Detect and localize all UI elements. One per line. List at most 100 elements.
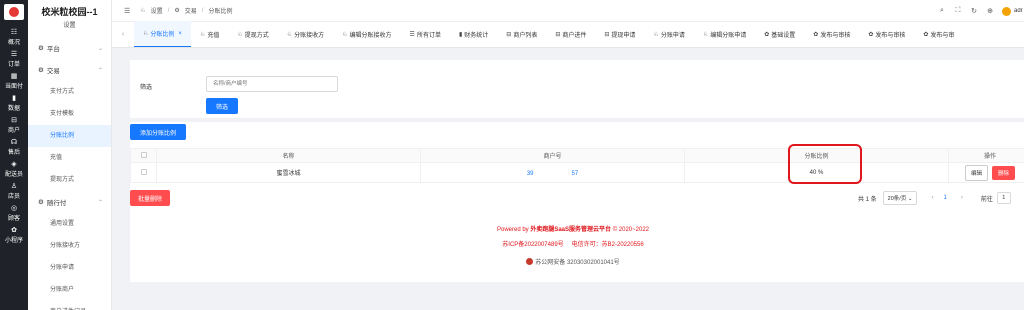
tab-label: 提现方式: [244, 32, 269, 39]
sidebar-group-platform[interactable]: ⚙ 平台 ⌄: [28, 37, 111, 59]
tab-label: 所有订单: [416, 32, 441, 39]
sidebar-item-split-receiver[interactable]: 分账接收方: [28, 235, 111, 257]
locale-icon[interactable]: ⊕: [982, 7, 998, 15]
tab-withdraw-apply[interactable]: ⊟ 提现申请: [595, 21, 644, 47]
breadcrumb-current: 分账比例: [208, 9, 233, 15]
telecom-license: 电信许可：苏B2-20220556: [571, 242, 644, 248]
sidebar-item-merchant-onboard[interactable]: 商户进件记录: [28, 301, 111, 310]
app-logo: [4, 4, 24, 20]
sidebar-group-suixingfu[interactable]: ⚙ 随行付 ⌃: [28, 191, 111, 213]
footer-police: 苏公网安备 32030302001041号: [122, 257, 1024, 266]
sidebar-item-split-merchant[interactable]: 分账商户: [28, 279, 111, 301]
powered-brand[interactable]: 外卖跑腿SaaS服务管理云平台: [530, 227, 611, 233]
rail-item-label: 小程序: [4, 237, 23, 244]
tab-merchant-onboard[interactable]: ⊟ 商户进件: [546, 21, 595, 47]
tab-label: 分账比例: [150, 32, 175, 38]
tab-merchant-list[interactable]: ⊟ 商户列表: [497, 21, 546, 47]
tab-bar: ‹ ♘ 分账比例 × ♘ 充值 ♘ 提现方式 ♘ 分账接收方 ♘ 编辑分账接收方 ☰ 所有订单…: [112, 21, 1024, 48]
filter-panel: 筛选 筛选: [130, 60, 1024, 118]
tab-label: 发布与审: [930, 32, 955, 39]
tab-split-receiver[interactable]: ♘ 分账接收方: [278, 21, 333, 47]
tab-publish-review[interactable]: ✿ 发布与审核: [859, 21, 914, 47]
gear-icon: ⚙: [38, 45, 44, 52]
prev-page-icon[interactable]: ‹: [931, 195, 933, 201]
breadcrumb-trade[interactable]: 交易: [185, 6, 197, 15]
delete-button[interactable]: 删除: [992, 165, 1016, 180]
breadcrumb-settings[interactable]: 设置: [151, 6, 163, 15]
rail-item-courier[interactable]: ◈ 配送员: [0, 158, 28, 180]
close-icon[interactable]: ×: [178, 31, 182, 37]
chevron-down-icon: ⌄: [97, 45, 103, 52]
fullscreen-icon[interactable]: ⛶: [950, 7, 966, 15]
user-settings-icon: ♘: [140, 8, 146, 14]
user-icon: ♘: [237, 31, 243, 38]
tab-basic-settings[interactable]: ✿ 基础设置: [755, 21, 804, 47]
store-icon: ⊟: [506, 31, 512, 38]
rail-item-miniapp[interactable]: ✿ 小程序: [0, 224, 28, 246]
rail-item-merchant[interactable]: ⊟ 商户: [0, 114, 28, 136]
store-icon: ⊟: [555, 31, 561, 38]
tab-edit-split-receiver[interactable]: ♘ 编辑分账接收方: [333, 21, 400, 47]
sidebar-item-split-ratio[interactable]: 分账比例: [28, 125, 111, 147]
sidebar-item-recharge[interactable]: 充值: [28, 147, 111, 169]
edit-button[interactable]: 编辑: [964, 164, 988, 181]
tab-finance-stats[interactable]: ▮ 财务统计: [450, 21, 497, 47]
chevron-left-icon[interactable]: ‹: [112, 21, 134, 47]
sidebar-group-trade[interactable]: ⚙ 交易 ⌃: [28, 59, 111, 81]
sidebar-item-withdraw-method[interactable]: 提现方式: [28, 169, 111, 191]
rail-item-overview[interactable]: ☷ 概况: [0, 26, 28, 48]
tab-all-orders[interactable]: ☰ 所有订单: [401, 21, 450, 47]
list-icon: ☰: [409, 31, 415, 38]
icp-link[interactable]: 苏ICP备2022007489号: [502, 242, 563, 248]
sidebar-item-general[interactable]: 通用设置: [28, 213, 111, 235]
rail-item-facepay[interactable]: ▦ 当面付: [0, 70, 28, 92]
goto-label: 前往: [980, 196, 993, 203]
menu-toggle-icon[interactable]: ☰: [124, 7, 130, 15]
miniapp-icon: ✿: [813, 31, 819, 38]
rail-item-customer[interactable]: ◎ 顾客: [0, 202, 28, 224]
tab-split-ratio[interactable]: ♘ 分账比例 ×: [134, 21, 191, 47]
rail-item-label: 订单: [7, 61, 20, 68]
rail-item-staff[interactable]: ♙ 店员: [0, 180, 28, 202]
sidebar-item-payment-method[interactable]: 支付方式: [28, 81, 111, 103]
filter-button[interactable]: 筛选: [206, 98, 238, 114]
avatar[interactable]: [1002, 6, 1011, 16]
tab-withdraw-method[interactable]: ♘ 提现方式: [228, 21, 277, 47]
rail-item-aftersale[interactable]: ☊ 售后: [0, 136, 28, 158]
tab-edit-split-apply[interactable]: ♘ 编辑分账申请: [694, 21, 755, 47]
miniapp-icon: ✿: [11, 226, 17, 234]
rail-item-data[interactable]: ▮ 数据: [0, 92, 28, 114]
police-record-link[interactable]: 苏公网安备 32030302001041号: [535, 257, 619, 266]
user-name[interactable]: adr: [1014, 8, 1024, 14]
batch-delete-button[interactable]: 批量删除: [130, 190, 170, 206]
group-label: 随行付: [46, 200, 67, 207]
gear-icon: ⚙: [38, 67, 44, 74]
headset-icon: ☊: [10, 138, 18, 146]
page-size-select[interactable]: 20条/页 ⌄: [882, 191, 918, 205]
select-all-checkbox[interactable]: [140, 151, 147, 158]
sidebar-item-split-apply[interactable]: 分账申请: [28, 257, 111, 279]
search-icon[interactable]: ⌕: [934, 7, 950, 15]
sidebar-item-payment-template[interactable]: 支付模板: [28, 103, 111, 125]
tab-label: 分账申请: [660, 32, 685, 39]
tab-publish-review[interactable]: ✿ 发布与审核: [804, 21, 859, 47]
next-page-icon[interactable]: ›: [961, 195, 963, 201]
refresh-icon[interactable]: ↻: [966, 7, 982, 15]
user-icon: ♘: [199, 31, 206, 38]
staff-icon: ♙: [10, 182, 18, 190]
tab-label: 财务统计: [464, 32, 489, 39]
tab-split-apply[interactable]: ♘ 分账申请: [644, 21, 693, 47]
tab-label: 发布与审核: [820, 32, 851, 39]
page-footer: Powered by 外卖跑腿SaaS服务管理云平台 © 2020~2022 苏…: [122, 222, 1024, 266]
tab-recharge[interactable]: ♘ 充值: [191, 21, 228, 47]
col-ops: 操作: [948, 148, 1024, 163]
tab-publish-review[interactable]: ✿ 发布与审: [914, 21, 963, 47]
page-number[interactable]: 1: [943, 195, 946, 201]
goto-input[interactable]: 1: [996, 192, 1011, 204]
search-input[interactable]: [206, 76, 338, 92]
add-split-ratio-button[interactable]: 添加分账比例: [130, 124, 186, 140]
chevron-up-icon: ⌃: [97, 199, 103, 206]
row-checkbox[interactable]: [140, 168, 147, 175]
rail-item-orders[interactable]: ☰ 订单: [0, 48, 28, 70]
tab-label: 分账接收方: [294, 32, 325, 39]
